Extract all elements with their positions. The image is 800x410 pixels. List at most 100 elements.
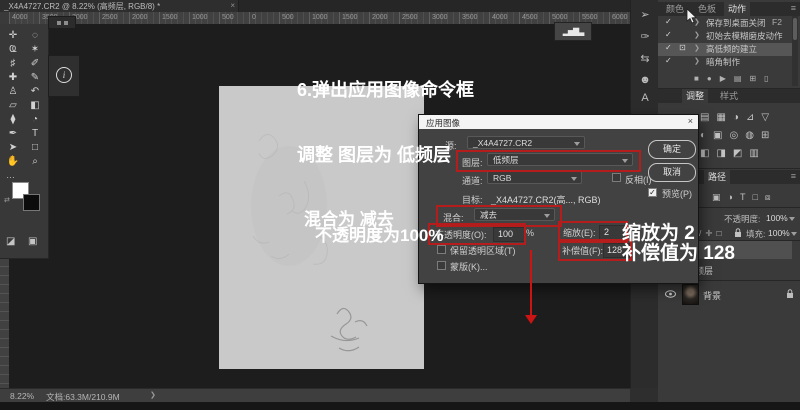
preserve-transparency-checkbox[interactable]	[437, 245, 446, 254]
type-tool[interactable]: T	[24, 126, 46, 140]
select-panel-icon[interactable]: ➢	[631, 8, 659, 21]
adjustment-icon[interactable]: ◨	[716, 148, 725, 159]
layer-thumbnail[interactable]	[682, 284, 699, 305]
action-check-icon[interactable]: ✓	[665, 56, 672, 65]
document-tab[interactable]: _X4A4727.CR2 @ 8.22% (高频层, RGB/8) * ×	[0, 0, 239, 12]
lasso-tool[interactable]: Ҩ	[2, 42, 24, 56]
tab-styles[interactable]: 样式	[716, 89, 742, 103]
blur-tool[interactable]: ⧫	[2, 112, 24, 126]
chevron-down-icon[interactable]	[791, 232, 797, 236]
healing-brush-tool[interactable]: ✚	[2, 70, 24, 84]
dodge-tool[interactable]: ◔	[24, 112, 46, 126]
marquee-tool[interactable]: ◌	[24, 28, 46, 42]
layer-filter-icon[interactable]: ⧈	[765, 192, 771, 203]
dialog-titlebar[interactable]: 应用图像 ×	[419, 115, 698, 129]
tab-close-icon[interactable]: ×	[230, 1, 235, 10]
play-icon[interactable]: ▶	[720, 74, 726, 83]
eye-icon[interactable]	[665, 290, 676, 298]
more-tools-icon[interactable]: …	[6, 170, 16, 180]
eyedropper-tool[interactable]: ✐	[24, 56, 46, 70]
action-check-icon[interactable]: ✓	[665, 17, 672, 26]
adjustment-icon[interactable]: ⊿	[746, 112, 754, 123]
adjustment-icon[interactable]: ▤	[700, 112, 709, 123]
actions-scrollbar[interactable]	[792, 16, 798, 86]
tab-actions[interactable]: 动作	[724, 2, 750, 16]
mini-panel-header[interactable]	[48, 16, 76, 29]
history-brush-tool[interactable]: ↶	[24, 84, 46, 98]
expand-arrow-icon[interactable]: ❯	[694, 31, 700, 39]
clone-stamp-tool[interactable]: ♙	[2, 84, 24, 98]
histogram-icon[interactable]: ▂▅▇▃	[554, 22, 592, 41]
delete-icon[interactable]: ▯	[764, 74, 768, 83]
adjustment-icon[interactable]: ◍	[745, 130, 754, 141]
layer-fill-value[interactable]: 100%	[768, 228, 790, 238]
adjustment-icon[interactable]: ◎	[730, 130, 739, 141]
scrollbar-thumb[interactable]	[793, 18, 797, 40]
zoom-level[interactable]: 8.22%	[10, 391, 34, 401]
background-color-swatch[interactable]	[23, 194, 40, 211]
layer-dropdown[interactable]: 低频层	[487, 153, 633, 166]
adjustment-icon[interactable]: ▥	[749, 148, 758, 159]
status-options-arrow[interactable]: ❯	[150, 391, 156, 399]
move-tool[interactable]: ✛	[2, 28, 24, 42]
panel-menu-icon[interactable]: ≡	[791, 171, 796, 181]
modal-control-icon[interactable]: ⊡	[679, 43, 686, 52]
brush-panel-icon[interactable]: ✑	[631, 30, 659, 43]
adjustment-icon[interactable]: ▦	[716, 112, 725, 123]
magic-wand-tool[interactable]: ✶	[24, 42, 46, 56]
crop-tool[interactable]: ♯	[2, 56, 24, 70]
lock-image-icon[interactable]: □	[717, 228, 726, 238]
layer-filter-icon[interactable]: ◑	[728, 192, 733, 203]
lock-all-icon[interactable]	[734, 228, 742, 238]
invert-checkbox[interactable]	[612, 173, 621, 182]
blend-dropdown[interactable]: 减去	[474, 208, 555, 221]
hand-tool[interactable]: ✋	[2, 154, 24, 168]
screen-mode-icon[interactable]: ▣	[28, 236, 37, 247]
character-panel-icon[interactable]: ☻	[631, 74, 659, 86]
action-check-icon[interactable]: ✓	[665, 30, 672, 39]
adjustment-icon[interactable]: ▣	[713, 130, 722, 141]
quick-mask-icon[interactable]: ◪	[6, 236, 15, 247]
action-row[interactable]: ✓ ❯ 保存到桌面关闭 F2	[658, 17, 792, 30]
zoom-tool[interactable]: ⌕	[24, 154, 46, 168]
cancel-button[interactable]: 取消	[648, 163, 696, 182]
new-action-icon[interactable]: ⊞	[749, 74, 756, 83]
brush-tool[interactable]: ✎	[24, 70, 46, 84]
adjustment-icon[interactable]: ⊞	[761, 130, 769, 141]
close-icon[interactable]: ×	[688, 116, 693, 126]
action-row[interactable]: ✓ ❯ 初始去模糊磨皮动作	[658, 30, 792, 43]
action-row[interactable]: ✓ ❯ 暗角制作	[658, 56, 792, 69]
layer-opacity-value[interactable]: 100%	[766, 213, 788, 223]
adjustment-icon[interactable]: ◐	[700, 130, 706, 141]
pen-tool[interactable]: ✒	[2, 126, 24, 140]
layer-row-background[interactable]: 背景	[703, 289, 721, 302]
adjustment-icon[interactable]: ◑	[733, 112, 739, 123]
new-set-folder-icon[interactable]: ▤	[734, 74, 742, 83]
mask-checkbox[interactable]	[437, 261, 446, 270]
opacity-input[interactable]: 100	[493, 227, 525, 242]
path-selection-tool[interactable]: ➤	[2, 140, 24, 154]
adjustment-icon[interactable]: ▽	[761, 112, 769, 123]
layer-filter-icon[interactable]: T	[740, 192, 746, 203]
adjustment-icon[interactable]: ◩	[733, 148, 742, 159]
tab-adjustments[interactable]: 调整	[682, 89, 708, 103]
expand-arrow-icon[interactable]: ❯	[694, 57, 700, 65]
record-icon[interactable]: ●	[707, 74, 712, 83]
gradient-tool[interactable]: ◧	[24, 98, 46, 112]
eraser-tool[interactable]: ▱	[2, 98, 24, 112]
panel-menu-icon[interactable]: ≡	[791, 3, 796, 13]
ok-button[interactable]: 确定	[648, 140, 696, 159]
action-row-selected[interactable]: ✓ ⊡ ❯ 高低频的建立	[658, 43, 792, 56]
tab-paths[interactable]: 路径	[704, 170, 730, 184]
swap-colors-icon[interactable]: ⇄	[4, 196, 10, 204]
preview-checkbox[interactable]: ✓	[648, 188, 657, 197]
shape-tool[interactable]: □	[24, 140, 46, 154]
tab-color[interactable]: 颜色	[662, 2, 688, 16]
clone-source-panel-icon[interactable]: ⇆	[631, 52, 659, 65]
layer-filter-icon[interactable]: □	[752, 192, 757, 203]
source-dropdown[interactable]: _X4A4727.CR2	[467, 136, 585, 149]
expand-arrow-icon[interactable]: ❯	[694, 44, 700, 52]
action-check-icon[interactable]: ✓	[665, 43, 672, 52]
lock-position-icon[interactable]: ✛	[705, 228, 716, 238]
chevron-down-icon[interactable]	[789, 217, 795, 221]
